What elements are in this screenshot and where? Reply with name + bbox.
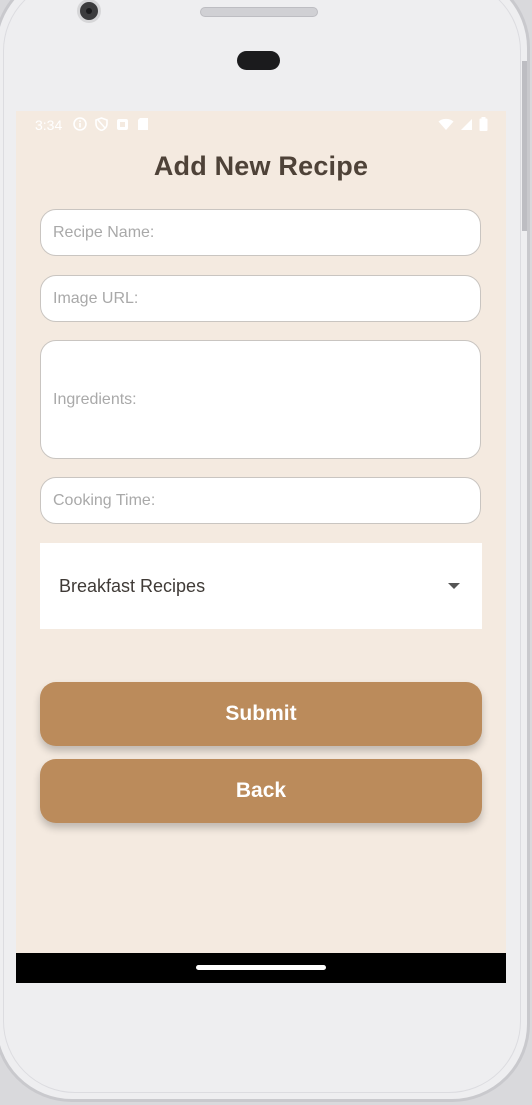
battery-icon <box>479 117 488 131</box>
navigation-bar <box>16 953 506 983</box>
info-icon <box>73 117 87 131</box>
front-camera <box>77 0 101 23</box>
chevron-down-icon <box>448 583 460 589</box>
app-screen: 3:34 Add New Recipe Recipe Name: Image U… <box>16 111 506 953</box>
ingredients-field[interactable] <box>40 340 481 459</box>
status-icons-right <box>438 117 488 131</box>
proximity-sensor <box>237 51 280 70</box>
home-indicator[interactable] <box>196 965 326 970</box>
ingredients-input[interactable] <box>53 390 480 409</box>
earpiece-speaker <box>200 7 318 17</box>
status-time: 3:34 <box>35 117 63 133</box>
signal-icon <box>461 118 472 130</box>
power-button <box>522 61 527 231</box>
wifi-icon <box>438 118 454 130</box>
sd-card-icon <box>138 118 148 130</box>
page-title: Add New Recipe <box>153 151 369 181</box>
status-icons-left <box>73 117 149 131</box>
recipe-name-field[interactable] <box>40 209 481 256</box>
submit-button[interactable]: Submit <box>40 682 482 746</box>
notification-icon <box>117 118 128 130</box>
shield-icon <box>95 117 108 131</box>
cooking-time-field[interactable] <box>40 477 481 524</box>
back-button[interactable]: Back <box>40 759 482 823</box>
recipe-name-input[interactable] <box>53 223 480 242</box>
image-url-input[interactable] <box>53 289 480 308</box>
category-dropdown[interactable]: Breakfast Recipes <box>40 543 482 629</box>
image-url-field[interactable] <box>40 275 481 322</box>
category-selected-value: Breakfast Recipes <box>59 575 206 596</box>
cooking-time-input[interactable] <box>53 491 480 510</box>
status-bar: 3:34 <box>16 111 506 139</box>
